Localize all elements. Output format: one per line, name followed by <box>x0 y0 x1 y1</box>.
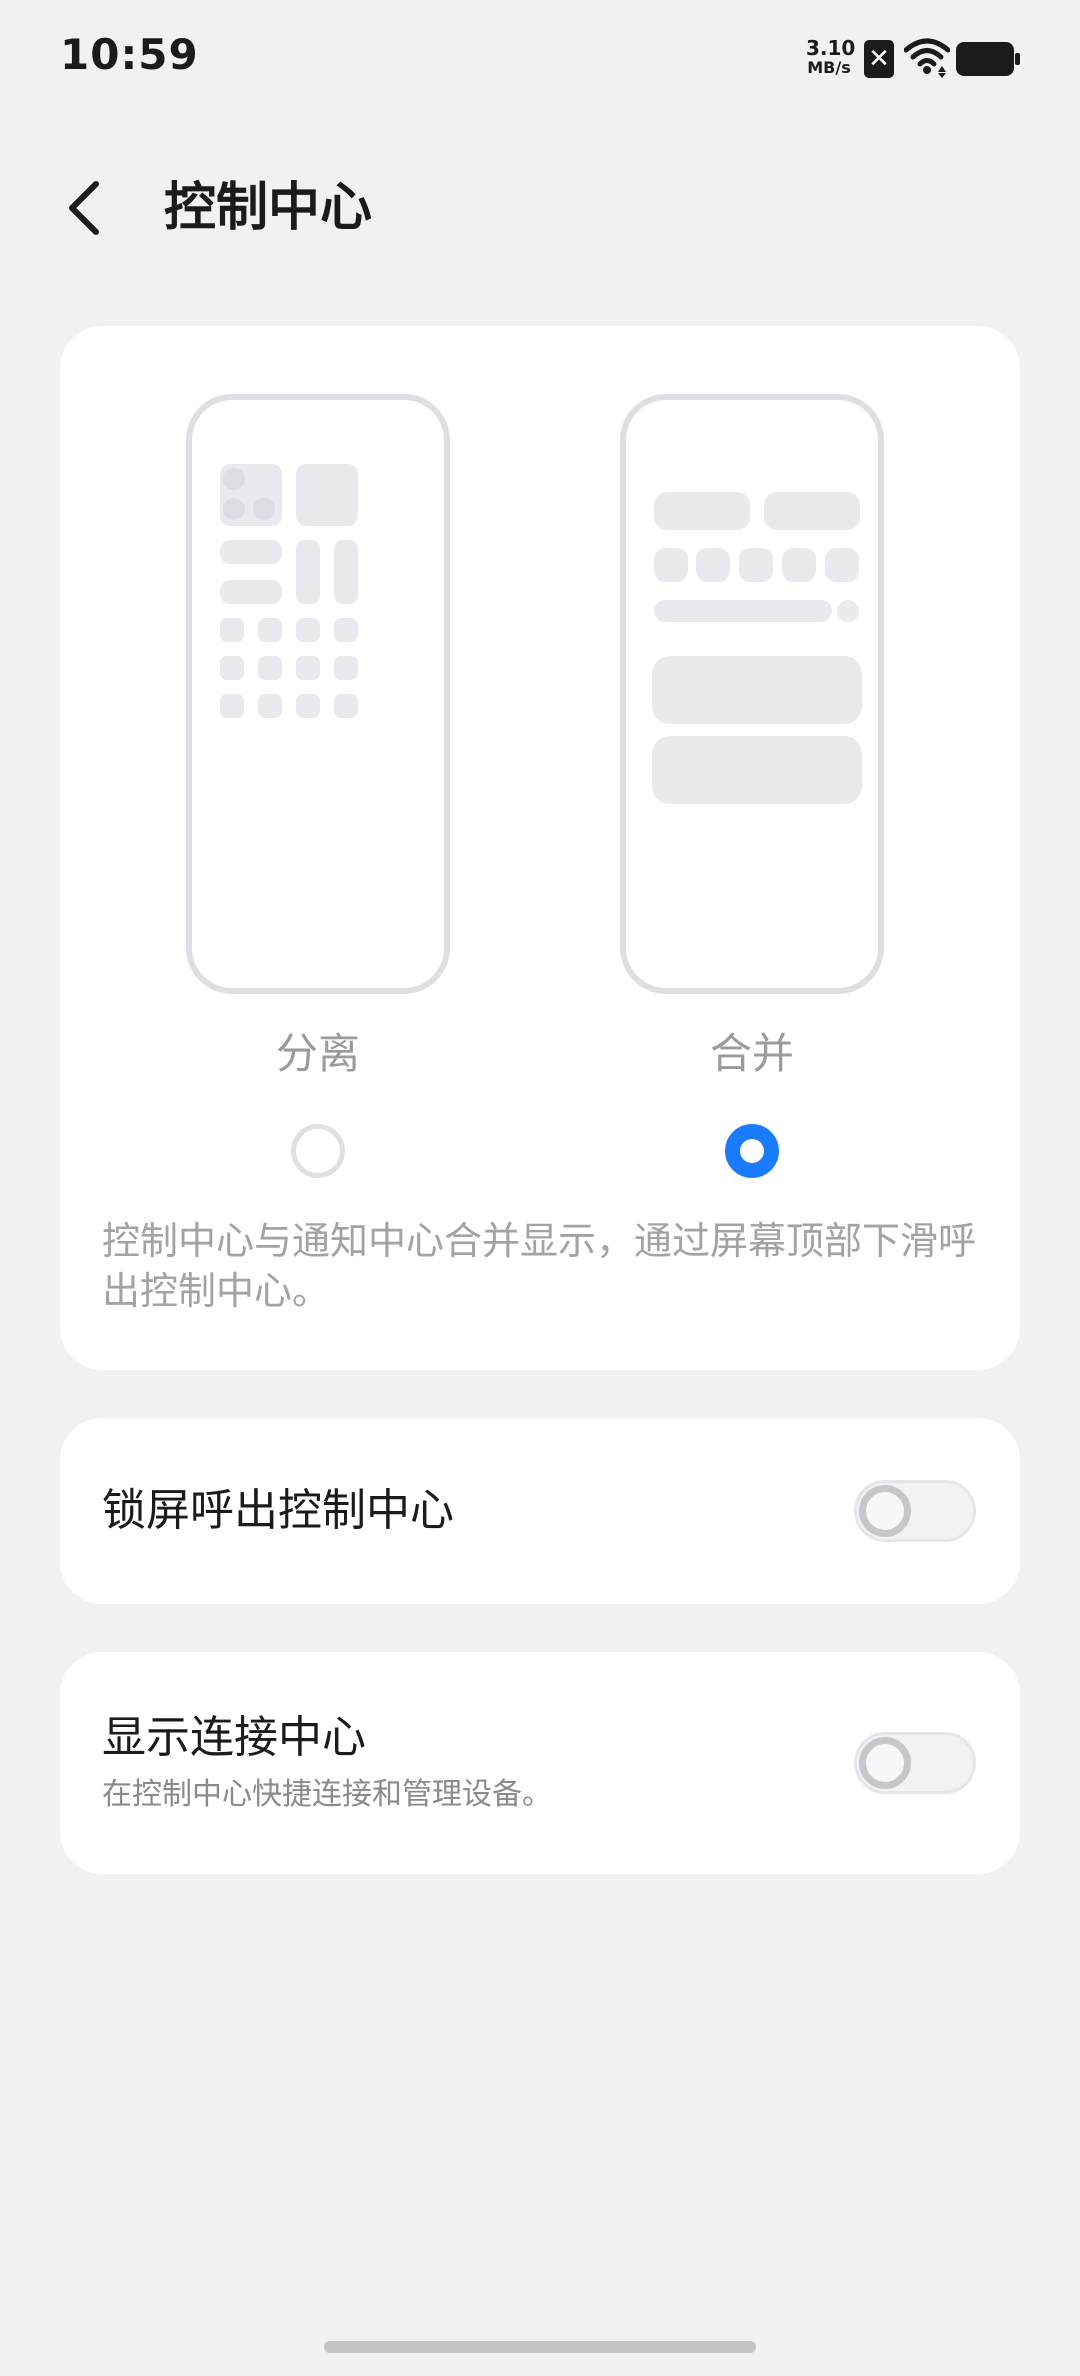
lock-screen-setting-row[interactable]: 锁屏呼出控制中心 <box>60 1418 1020 1604</box>
network-speed-value: 3.10 <box>806 36 856 60</box>
connection-center-setting-row[interactable]: 显示连接中心 在控制中心快捷连接和管理设备。 <box>60 1652 1020 1874</box>
sim-x-icon: ✕ <box>864 40 894 78</box>
status-time: 10:59 <box>60 30 199 79</box>
merged-mode-radio[interactable] <box>725 1124 779 1178</box>
status-bar: 10:59 3.10 MB/s ✕ <box>0 0 1080 118</box>
wifi-icon <box>904 38 950 78</box>
toggle-knob <box>859 1737 911 1789</box>
merged-mode-label: 合并 <box>709 1029 794 1078</box>
network-speed: 3.10 MB/s <box>806 36 856 78</box>
page-title: 控制中心 <box>164 178 373 238</box>
network-speed-unit: MB/s <box>807 58 851 77</box>
connection-center-toggle[interactable] <box>854 1732 976 1794</box>
mode-selector-card: 分离 合并 控制中心与通知中心合并显示，通过屏幕顶部下滑呼出控制中心。 <box>60 326 1020 1370</box>
battery-icon <box>956 42 1020 76</box>
toggle-knob <box>859 1485 911 1537</box>
connection-center-setting-subtitle: 在控制中心快捷连接和管理设备。 <box>102 1777 552 1812</box>
chevron-left-icon[interactable] <box>62 176 110 240</box>
mode-description: 控制中心与通知中心合并显示，通过屏幕顶部下滑呼出控制中心。 <box>102 1219 977 1313</box>
merged-mode-preview[interactable] <box>620 394 884 994</box>
separate-mode-preview[interactable] <box>186 394 450 994</box>
separate-mode-radio[interactable] <box>291 1124 345 1178</box>
home-indicator[interactable] <box>324 2341 756 2353</box>
connection-center-setting-title: 显示连接中心 <box>102 1712 366 1763</box>
separate-mode-label: 分离 <box>275 1029 360 1078</box>
lock-screen-toggle[interactable] <box>854 1480 976 1542</box>
lock-screen-setting-title: 锁屏呼出控制中心 <box>102 1485 454 1536</box>
